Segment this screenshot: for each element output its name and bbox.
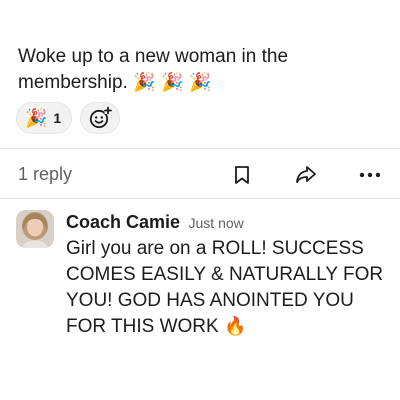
party-emoji-icon: 🎉 🎉 🎉 [133, 72, 212, 93]
share-icon [296, 166, 316, 183]
avatar[interactable] [16, 210, 54, 248]
thread-actions: 1 reply [18, 160, 382, 190]
add-emoji-icon [90, 106, 113, 129]
divider-top [0, 148, 400, 149]
reply-count-link[interactable]: 1 reply [18, 164, 72, 185]
reaction-pill[interactable]: 🎉 1 [16, 102, 73, 134]
reactions-bar: 🎉 1 [16, 102, 121, 134]
divider-bottom [0, 198, 400, 199]
more-options-button[interactable] [356, 162, 384, 188]
more-icon [359, 172, 381, 178]
fire-emoji-icon: 🔥 [224, 316, 247, 337]
share-button[interactable] [292, 162, 320, 188]
author-name[interactable]: Coach Camie [66, 212, 180, 232]
reply-header: Coach Camie Just now [66, 212, 244, 233]
add-reaction-button[interactable] [80, 102, 121, 134]
bookmark-button[interactable] [228, 162, 256, 188]
user-avatar-image [16, 210, 54, 248]
bookmark-icon [235, 166, 249, 184]
post-body: Woke up to a new woman in the membership… [18, 44, 390, 96]
reply-body: Girl you are on a ROLL! SUCCESS COMES EA… [66, 236, 386, 340]
timestamp[interactable]: Just now [189, 215, 244, 231]
reaction-count: 1 [53, 110, 62, 126]
party-popper-icon: 🎉 [25, 107, 48, 129]
